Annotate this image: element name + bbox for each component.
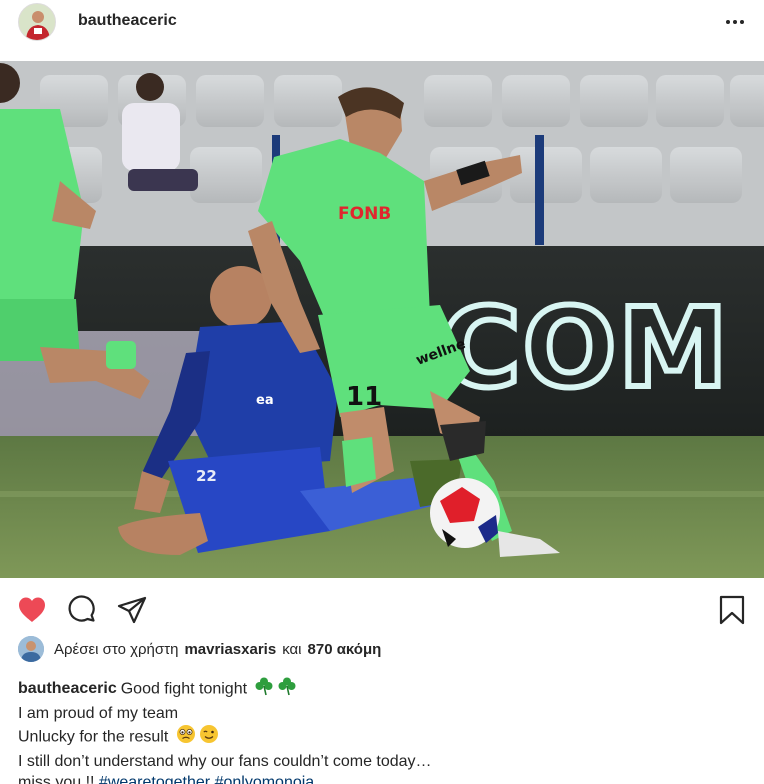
caption-line: miss you !! #wearetogether #onlyomonoia	[18, 772, 748, 784]
player-number: 11	[346, 382, 382, 412]
caption-line: bautheaceric Good fight tonight	[18, 676, 748, 703]
caption-text: miss you !!	[18, 774, 95, 784]
shamrock-icon	[254, 676, 274, 703]
post-header: bautheaceric	[0, 0, 764, 44]
action-bar	[0, 590, 764, 630]
opponent-number: 22	[196, 467, 217, 485]
stadium-sign: COM	[440, 284, 730, 412]
football	[430, 478, 500, 548]
liker-username[interactable]: mavriasxaris	[184, 641, 276, 658]
likes-joiner: και	[282, 640, 302, 658]
liker-avatar[interactable]	[18, 636, 44, 662]
caption-text: Unlucky for the result	[18, 728, 169, 746]
post-caption: bautheaceric Good fight tonight I am prou…	[18, 676, 748, 784]
likes-prefix: Αρέσει στο χρήστη	[54, 640, 179, 658]
caption-text: Good fight tonight	[120, 680, 248, 698]
caption-line: I still don’t understand why our fans co…	[18, 752, 432, 770]
send-icon[interactable]	[116, 594, 148, 626]
hashtag-link[interactable]: #wearetogether	[99, 774, 210, 784]
bookmark-icon[interactable]	[716, 594, 748, 626]
disappointed-face-icon	[176, 724, 196, 751]
caption-username[interactable]: bautheaceric	[18, 680, 117, 697]
opponent-sponsor: ea	[256, 393, 274, 408]
more-options-icon[interactable]	[722, 10, 748, 34]
profile-avatar[interactable]	[18, 3, 56, 41]
comment-icon[interactable]	[66, 594, 98, 626]
winking-face-icon	[199, 724, 219, 751]
sponsor-text: FONB	[338, 204, 391, 224]
caption-line: Unlucky for the result	[18, 724, 748, 751]
post-username[interactable]: bautheaceric	[78, 12, 177, 30]
likes-summary: Αρέσει στο χρήστη mavriasxaris και 870 α…	[18, 636, 387, 662]
heart-filled-icon[interactable]	[16, 594, 48, 626]
caption-line: I am proud of my team	[18, 704, 179, 722]
likes-others-count[interactable]: 870 ακόμη	[308, 641, 382, 658]
instagram-post: bautheaceric COM 22 ea FONB wellne 11 Αρ…	[0, 0, 764, 784]
shamrock-icon	[277, 676, 297, 703]
hashtag-link[interactable]: #onlyomonoia	[215, 774, 315, 784]
post-photo[interactable]: COM 22 ea FONB wellne 11	[0, 61, 764, 578]
